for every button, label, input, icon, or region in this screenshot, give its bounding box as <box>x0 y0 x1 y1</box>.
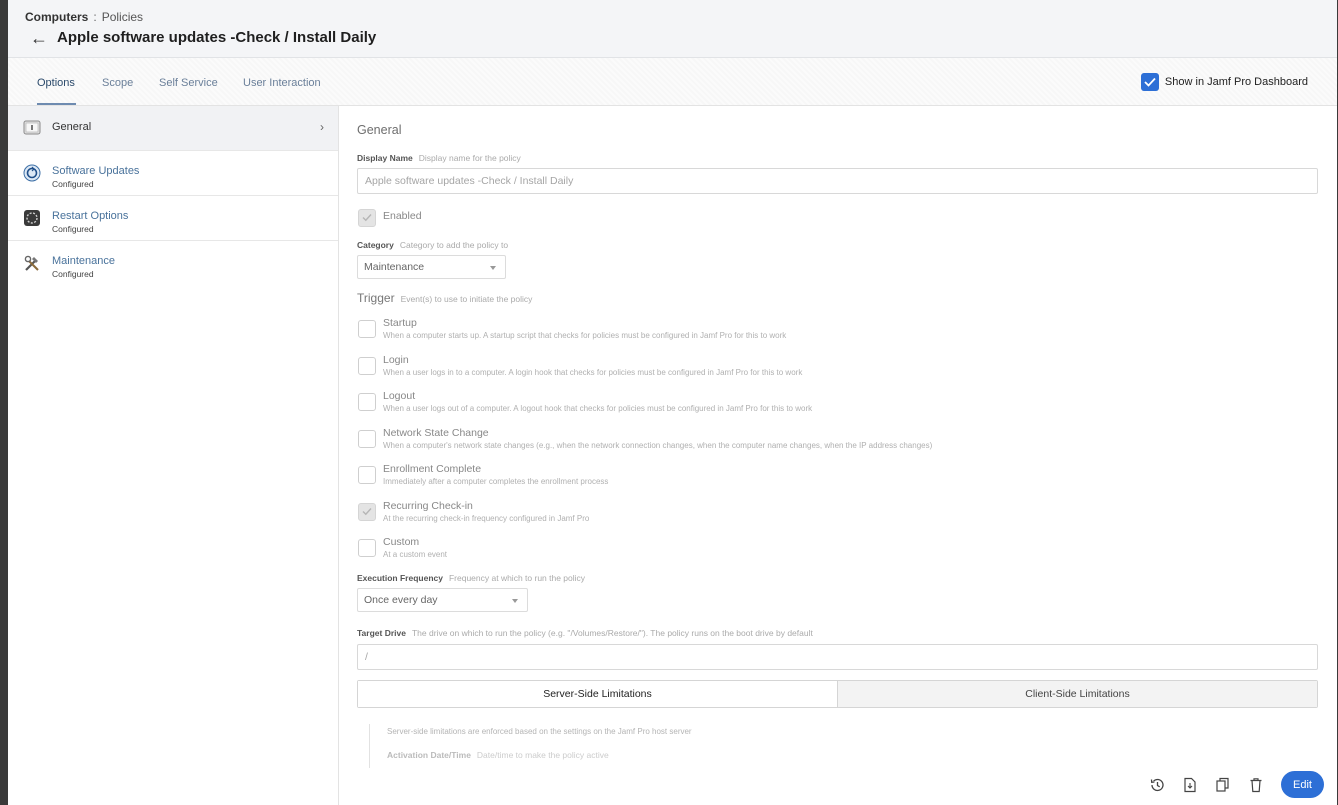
caret-down-icon <box>512 599 518 603</box>
tab-bar: Options Scope Self Service User Interact… <box>8 58 1337 106</box>
limitations-divider <box>369 724 370 768</box>
dashboard-checkbox-label: Show in Jamf Pro Dashboard <box>1164 76 1308 88</box>
trigger-custom-label: Custom <box>383 536 420 548</box>
display-name-field[interactable]: Apple software updates -Check / Install … <box>357 168 1318 194</box>
clone-icon[interactable] <box>1215 777 1231 793</box>
trigger-network-state-label: Network State Change <box>383 427 489 439</box>
footer-toolbar: Edit <box>339 768 1337 805</box>
tab-user-interaction[interactable]: User Interaction <box>243 77 321 89</box>
tab-scope[interactable]: Scope <box>102 77 133 89</box>
trigger-recurring-label: Recurring Check-in <box>383 500 473 512</box>
page-title: Apple software updates -Check / Install … <box>57 29 377 46</box>
trigger-login-label: Login <box>383 354 409 366</box>
sidebar-item-label: General <box>52 121 92 133</box>
trigger-login-desc: When a user logs in to a computer. A log… <box>383 368 803 377</box>
show-in-dashboard-toggle[interactable]: Show in Jamf Pro Dashboard <box>1140 73 1308 91</box>
trigger-startup-desc: When a computer starts up. A startup scr… <box>383 331 787 340</box>
trigger-hint: Event(s) to use to initiate the policy <box>400 294 533 304</box>
checkmark-icon <box>1144 77 1156 87</box>
trigger-logout-checkbox[interactable] <box>358 393 376 411</box>
breadcrumb-policies[interactable]: Policies <box>102 10 143 24</box>
server-limitations-description: Server-side limitations are enforced bas… <box>387 727 692 736</box>
caret-down-icon <box>490 266 496 270</box>
download-log-icon[interactable] <box>1182 777 1198 793</box>
sidebar-item-label: Maintenance <box>52 255 115 267</box>
trigger-recurring-desc: At the recurring check-in frequency conf… <box>383 514 590 523</box>
options-sidebar: General › Software Updates Configured Re… <box>8 106 339 805</box>
target-drive-label: Target Drive The drive on which to run th… <box>357 628 813 638</box>
restart-icon <box>23 209 41 227</box>
trigger-enrollment-desc: Immediately after a computer completes t… <box>383 477 609 486</box>
server-side-limitations-button[interactable]: Server-Side Limitations <box>358 681 837 707</box>
chevron-right-icon: › <box>320 120 324 134</box>
trigger-network-state-desc: When a computer's network state changes … <box>383 441 933 450</box>
trigger-network-state-checkbox[interactable] <box>358 430 376 448</box>
category-select[interactable]: Maintenance <box>357 255 506 279</box>
trigger-login-checkbox[interactable] <box>358 357 376 375</box>
execution-frequency-select[interactable]: Once every day <box>357 588 528 612</box>
target-drive-hint: The drive on which to run the policy (e.… <box>411 628 813 638</box>
client-side-limitations-button[interactable]: Client-Side Limitations <box>837 681 1317 707</box>
display-name-hint: Display name for the policy <box>418 153 521 163</box>
edit-button[interactable]: Edit <box>1281 771 1324 798</box>
section-title: General <box>357 123 402 137</box>
sidebar-item-label: Restart Options <box>52 210 129 222</box>
sidebar-item-restart-options[interactable]: Restart Options Configured <box>8 196 338 241</box>
activation-date-hint: Date/time to make the policy active <box>476 750 609 760</box>
page-header: Computers: Policies ← Apple software upda… <box>8 0 1337 58</box>
delete-icon[interactable] <box>1248 777 1264 793</box>
general-panel: General Display Name Display name for the… <box>339 106 1337 768</box>
enabled-checkbox[interactable] <box>358 209 376 227</box>
trigger-enrollment-label: Enrollment Complete <box>383 463 482 475</box>
limitations-toggle: Server-Side Limitations Client-Side Limi… <box>357 680 1318 708</box>
category-label: Category Category to add the policy to <box>357 240 509 250</box>
breadcrumb: Computers: Policies <box>25 10 143 24</box>
checkmark-icon <box>362 214 372 222</box>
breadcrumb-separator: : <box>93 10 97 24</box>
category-hint: Category to add the policy to <box>399 240 509 250</box>
trigger-recurring-checkbox[interactable] <box>358 503 376 521</box>
trigger-startup-checkbox[interactable] <box>358 320 376 338</box>
tab-self-service[interactable]: Self Service <box>159 77 218 89</box>
sidebar-item-status: Configured <box>52 269 94 279</box>
history-icon[interactable] <box>1149 777 1165 793</box>
display-name-label: Display Name Display name for the policy <box>357 153 521 163</box>
trigger-logout-desc: When a user logs out of a computer. A lo… <box>383 404 813 413</box>
execution-frequency-hint: Frequency at which to run the policy <box>448 573 586 583</box>
software-update-icon <box>23 164 41 182</box>
breadcrumb-computers[interactable]: Computers <box>25 10 88 24</box>
tools-icon <box>23 254 41 272</box>
active-tab-indicator <box>37 103 76 105</box>
trigger-enrollment-checkbox[interactable] <box>358 466 376 484</box>
execution-frequency-value: Once every day <box>364 594 438 606</box>
sidebar-item-maintenance[interactable]: Maintenance Configured <box>8 241 338 286</box>
trigger-custom-desc: At a custom event <box>383 550 448 559</box>
tab-options[interactable]: Options <box>37 77 75 89</box>
sidebar-item-general[interactable]: General › <box>8 106 338 151</box>
app-window: Computers: Policies ← Apple software upda… <box>8 0 1337 805</box>
checkmark-icon <box>362 508 372 516</box>
dashboard-checkbox[interactable] <box>1140 73 1159 91</box>
category-select-value: Maintenance <box>364 261 425 273</box>
back-arrow-icon[interactable]: ← <box>30 28 48 49</box>
trigger-heading: Trigger Event(s) to use to initiate the p… <box>357 291 533 305</box>
sidebar-item-status: Configured <box>52 224 94 234</box>
enabled-label: Enabled <box>383 210 422 222</box>
execution-frequency-label: Execution Frequency Frequency at which to… <box>357 573 586 583</box>
trigger-custom-checkbox[interactable] <box>358 539 376 557</box>
target-drive-field[interactable]: / <box>357 644 1318 670</box>
trigger-logout-label: Logout <box>383 390 416 402</box>
activation-date-label: Activation Date/Time Date/time to make th… <box>387 750 609 760</box>
sidebar-item-status: Configured <box>52 179 94 189</box>
sidebar-item-software-updates[interactable]: Software Updates Configured <box>8 151 338 196</box>
general-icon <box>23 119 41 137</box>
trigger-startup-label: Startup <box>383 317 417 329</box>
sidebar-item-label: Software Updates <box>52 165 140 177</box>
